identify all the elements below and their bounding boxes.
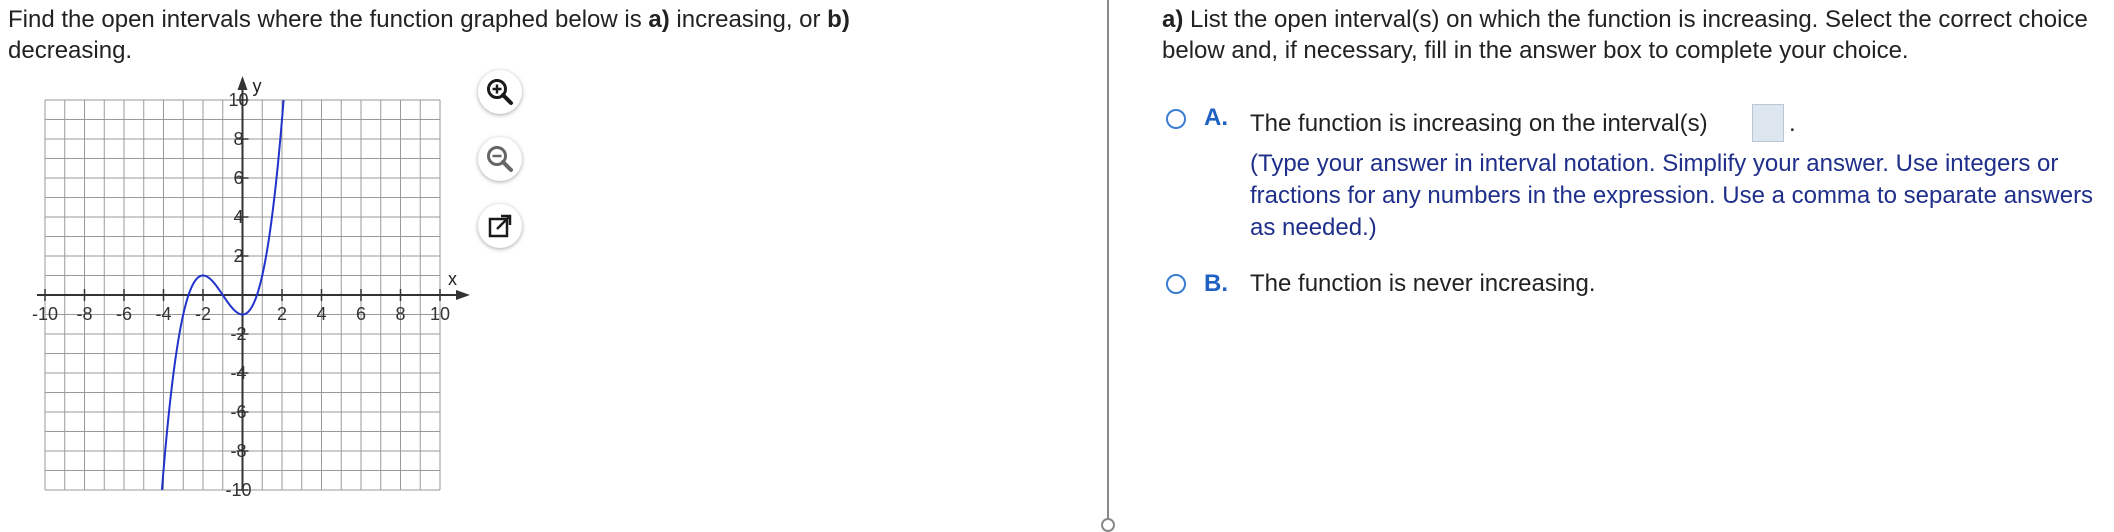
choice-a-radio[interactable] <box>1166 109 1186 129</box>
popout-icon <box>488 214 512 238</box>
x-tick-label: -6 <box>116 304 132 324</box>
choice-b-letter: B. <box>1204 270 1228 297</box>
choice-a-suffix: . <box>1789 110 1796 137</box>
y-axis-label: y <box>253 76 262 96</box>
y-tick-label: -2 <box>230 324 246 344</box>
choice-a-text: The function is increasing on the interv… <box>1250 110 1708 137</box>
question-part2: increasing, or <box>669 6 828 33</box>
y-tick-label: -4 <box>230 363 246 383</box>
answer-prompt-text: List the open interval(s) on which the f… <box>1162 6 2088 64</box>
x-tick-label: 10 <box>430 304 450 324</box>
answer-prompt-label: a) <box>1162 6 1184 33</box>
choice-a-hint: (Type your answer in interval notation. … <box>1250 150 2094 241</box>
zoom-in-icon <box>487 79 513 105</box>
y-tick-label: -6 <box>230 402 246 422</box>
y-tick-label: 10 <box>228 90 248 110</box>
x-tick-label: -2 <box>195 304 211 324</box>
zoom-out-button[interactable] <box>478 137 522 181</box>
x-axis-label: x <box>448 269 457 289</box>
zoom-out-icon <box>487 146 513 172</box>
y-tick-label: -8 <box>230 441 246 461</box>
x-tick-label: 4 <box>316 304 326 324</box>
function-graph: -10 -8 -6 -4 -2 2 4 6 8 10 10 8 6 4 2 -2 -4 -6 -8 -10 x y <box>32 76 470 500</box>
y-tick-label: 4 <box>233 207 243 227</box>
y-tick-label: 2 <box>233 246 243 266</box>
graph-axes <box>37 76 470 491</box>
question-text: Find the open intervals where the functi… <box>8 4 1058 66</box>
y-tick-label: 6 <box>233 168 243 188</box>
x-axis-arrow <box>456 290 470 300</box>
x-tick-label: 6 <box>356 304 366 324</box>
x-tick-label: 8 <box>395 304 405 324</box>
popout-button[interactable] <box>478 204 522 248</box>
x-tick-label: -10 <box>32 304 58 324</box>
choice-b-text: The function is never increasing. <box>1250 270 1596 297</box>
question-a-label: a) <box>648 6 670 33</box>
choice-b-radio[interactable] <box>1166 274 1186 294</box>
x-tick-label: -8 <box>76 304 92 324</box>
panel-divider[interactable] <box>1107 0 1109 522</box>
question-b-label: b) <box>827 6 850 33</box>
answer-input-box[interactable] <box>1752 104 1784 142</box>
choice-a-letter: A. <box>1204 104 1228 131</box>
x-tick-label: -4 <box>155 304 171 324</box>
x-tick-label: 2 <box>277 304 287 324</box>
y-tick-label: 8 <box>233 129 243 149</box>
y-axis-arrow <box>237 76 248 90</box>
y-tick-label: -10 <box>225 480 251 500</box>
zoom-in-button[interactable] <box>478 70 522 114</box>
question-part1: Find the open intervals where the functi… <box>8 6 649 33</box>
answer-prompt: a) List the open interval(s) on which th… <box>1162 4 2102 66</box>
question-part3: decreasing. <box>8 37 133 64</box>
